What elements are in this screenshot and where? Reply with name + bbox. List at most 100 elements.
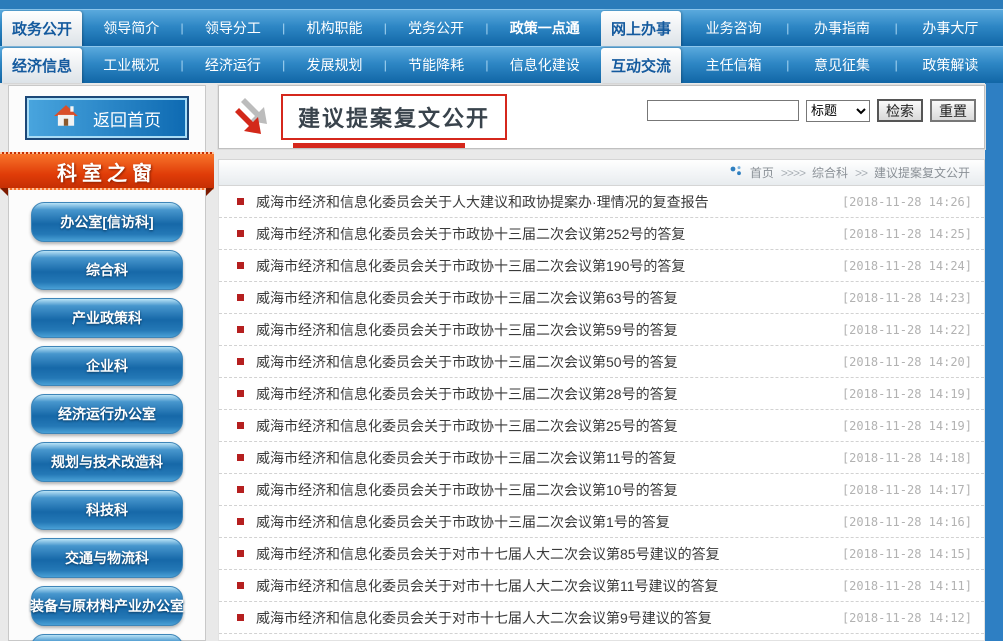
- nav-menu-item[interactable]: 经济运行: [205, 55, 261, 75]
- menu-separator: |: [485, 58, 488, 72]
- article-date: [2018-11-28 14:11]: [842, 579, 972, 593]
- breadcrumb-item[interactable]: 首页: [750, 164, 774, 181]
- bullet-icon: [237, 358, 244, 365]
- nav-menu-item[interactable]: 领导简介: [103, 18, 159, 38]
- nav-section-tab[interactable]: 经济信息: [2, 48, 82, 83]
- sidebar-item[interactable]: 产业政策科: [31, 298, 183, 338]
- menu-separator: |: [786, 58, 789, 72]
- article-title-link[interactable]: 威海市经济和信息化委员会关于市政协十三届二次会议第252号的答复: [256, 224, 842, 244]
- menu-separator: |: [282, 58, 285, 72]
- bullet-icon: [237, 294, 244, 301]
- breadcrumb-item: 建议提案复文公开: [874, 164, 970, 181]
- article-title-link[interactable]: 威海市经济和信息化委员会关于市政协十三届二次会议第28号的答复: [256, 384, 842, 404]
- nav-menu-item[interactable]: 机构职能: [307, 18, 363, 38]
- sidebar-section-title: 科室之窗: [57, 157, 157, 186]
- search-input[interactable]: [647, 100, 799, 121]
- double-arrow-icon: [231, 96, 275, 147]
- nav-menu-item[interactable]: 办事指南: [814, 18, 870, 38]
- article-title-link[interactable]: 威海市经济和信息化委员会关于市政协十三届二次会议第11号的答复: [256, 448, 842, 468]
- menu-separator: |: [384, 21, 387, 35]
- article-date: [2018-11-28 14:17]: [842, 483, 972, 497]
- article-row: 威海市经济和信息化委员会关于市政协十三届二次会议第252号的答复[2018-11…: [219, 218, 984, 250]
- article-row: 威海市经济和信息化委员会关于市政协十三届二次会议第59号的答复[2018-11-…: [219, 314, 984, 346]
- article-date: [2018-11-28 14:24]: [842, 259, 972, 273]
- nav-menu-item[interactable]: 信息化建设: [510, 55, 580, 75]
- nav-mid-tab[interactable]: 网上办事: [601, 11, 681, 46]
- bullet-icon: [237, 614, 244, 621]
- article-title-link[interactable]: 威海市经济和信息化委员会关于人大建议和政协提案办·理情况的复查报告: [256, 192, 842, 212]
- nav-row: 经济信息工业概况|经济运行|发展规划|节能降耗|信息化建设互动交流主任信箱|意见…: [0, 46, 1003, 83]
- nav-menu-left: 领导简介 | 领导分工 | 机构职能 | 党务公开 | 政策一点通: [82, 10, 601, 46]
- nav-menu-left: 工业概况|经济运行|发展规划|节能降耗|信息化建设: [82, 47, 601, 83]
- sidebar-item[interactable]: 办公室[信访科]: [31, 202, 183, 242]
- nav-menu-item[interactable]: 主任信箱: [706, 55, 762, 75]
- nav-menu-item[interactable]: 节能降耗: [408, 55, 464, 75]
- article-row: 威海市经济和信息化委员会关于市政协十三届二次会议第11号的答复[2018-11-…: [219, 442, 984, 474]
- top-nav: 政务公开 领导简介 | 领导分工 | 机构职能 | 党务公开 | 政策一点通 网上办事 业务咨询 | 办事…: [0, 0, 1003, 83]
- right-page-stripe: [985, 83, 1003, 641]
- breadcrumb: 首页>>>>综合科>>建议提案复文公开: [218, 159, 985, 186]
- sidebar-item-partial[interactable]: [31, 634, 183, 641]
- sidebar-button-list: 办公室[信访科] 综合科产业政策科企业科经济运行办公室规划与技术改造科科技科交通与…: [9, 202, 205, 641]
- page-title: 建议提案复文公开: [281, 94, 507, 140]
- breadcrumb-separator: >>: [855, 166, 867, 180]
- nav-mid-tab[interactable]: 互动交流: [601, 48, 681, 83]
- nav-menu-item[interactable]: 党务公开: [408, 18, 464, 38]
- nav-menu-item[interactable]: 办事大厅: [922, 18, 978, 38]
- nav-menu-item[interactable]: 业务咨询: [706, 18, 762, 38]
- search-bar: 标题 检索 重置: [647, 99, 976, 122]
- article-title-link[interactable]: 威海市经济和信息化委员会关于市政协十三届二次会议第63号的答复: [256, 288, 842, 308]
- article-date: [2018-11-28 14:22]: [842, 323, 972, 337]
- nav-menu-item[interactable]: 发展规划: [307, 55, 363, 75]
- sidebar-item[interactable]: 装备与原材料产业办公室: [31, 586, 183, 626]
- bullet-icon: [237, 518, 244, 525]
- sidebar-item[interactable]: 规划与技术改造科: [31, 442, 183, 482]
- breadcrumb-item[interactable]: 综合科: [812, 164, 848, 181]
- breadcrumb-dots-icon: [729, 165, 743, 181]
- sidebar-item[interactable]: 企业科: [31, 346, 183, 386]
- menu-separator: |: [485, 21, 488, 35]
- article-title-link[interactable]: 威海市经济和信息化委员会关于市政协十三届二次会议第59号的答复: [256, 320, 842, 340]
- menu-separator: |: [895, 58, 898, 72]
- nav-section-tab[interactable]: 政务公开: [2, 11, 82, 46]
- main-content: 建议提案复文公开 标题 检索 重置 首页>>>>综合科>>建议提案复文公开 威海…: [218, 85, 985, 641]
- article-title-link[interactable]: 威海市经济和信息化委员会关于市政协十三届二次会议第10号的答复: [256, 480, 842, 500]
- menu-separator: |: [181, 21, 184, 35]
- article-title-link[interactable]: 威海市经济和信息化委员会关于对市十七届人大二次会议第9号建议的答复: [256, 608, 842, 628]
- nav-menu-item[interactable]: 意见征集: [814, 55, 870, 75]
- nav-menu-item[interactable]: 工业概况: [103, 55, 159, 75]
- bullet-icon: [237, 262, 244, 269]
- article-row: 威海市经济和信息化委员会关于市政协十三届二次会议第63号的答复[2018-11-…: [219, 282, 984, 314]
- bullet-icon: [237, 486, 244, 493]
- sidebar-item[interactable]: 科技科: [31, 490, 183, 530]
- reset-button[interactable]: 重置: [930, 99, 976, 122]
- nav-menu-item[interactable]: 政策解读: [922, 55, 978, 75]
- article-title-link[interactable]: 威海市经济和信息化委员会关于市政协十三届二次会议第1号的答复: [256, 512, 842, 532]
- home-button[interactable]: 返回首页: [25, 96, 189, 140]
- nav-menu-item[interactable]: 领导分工: [205, 18, 261, 38]
- article-title-link[interactable]: 威海市经济和信息化委员会关于市政协十三届二次会议第50号的答复: [256, 352, 842, 372]
- article-row: 威海市经济和信息化委员会关于市政协十三届二次会议第28号的答复[2018-11-…: [219, 378, 984, 410]
- sidebar-item[interactable]: 经济运行办公室: [31, 394, 183, 434]
- article-row: 威海市经济和信息化委员会关于市政协十三届二次会议第1号的答复[2018-11-2…: [219, 506, 984, 538]
- article-title-link[interactable]: 威海市经济和信息化委员会关于市政协十三届二次会议第190号的答复: [256, 256, 842, 276]
- article-date: [2018-11-28 14:16]: [842, 515, 972, 529]
- article-row: 威海市经济和信息化委员会关于对市十七届人大二次会议第11号建议的答复[2018-…: [219, 570, 984, 602]
- article-title-link[interactable]: 威海市经济和信息化委员会关于对市十七届人大二次会议第85号建议的答复: [256, 544, 842, 564]
- article-row: 威海市经济和信息化委员会关于市政协十三届二次会议第10号的答复[2018-11-…: [219, 474, 984, 506]
- article-title-link[interactable]: 威海市经济和信息化委员会关于市政协十三届二次会议第25号的答复: [256, 416, 842, 436]
- sidebar-item[interactable]: 综合科: [31, 250, 183, 290]
- sidebar-item[interactable]: 交通与物流科: [31, 538, 183, 578]
- bullet-icon: [237, 198, 244, 205]
- menu-separator: |: [895, 21, 898, 35]
- article-title-link[interactable]: 威海市经济和信息化委员会关于对市十七届人大二次会议第11号建议的答复: [256, 576, 842, 596]
- search-button[interactable]: 检索: [877, 99, 923, 122]
- search-field-select[interactable]: 标题: [806, 100, 870, 122]
- nav-menu-item[interactable]: 政策一点通: [510, 18, 580, 38]
- menu-separator: |: [282, 21, 285, 35]
- nav-row: 政务公开 领导简介 | 领导分工 | 机构职能 | 党务公开 | 政策一点通 网上办事 业务咨询 | 办事…: [0, 9, 1003, 46]
- article-date: [2018-11-28 14:15]: [842, 547, 972, 561]
- bullet-icon: [237, 550, 244, 557]
- article-row: 威海市经济和信息化委员会关于市政协十三届二次会议第25号的答复[2018-11-…: [219, 410, 984, 442]
- bullet-icon: [237, 582, 244, 589]
